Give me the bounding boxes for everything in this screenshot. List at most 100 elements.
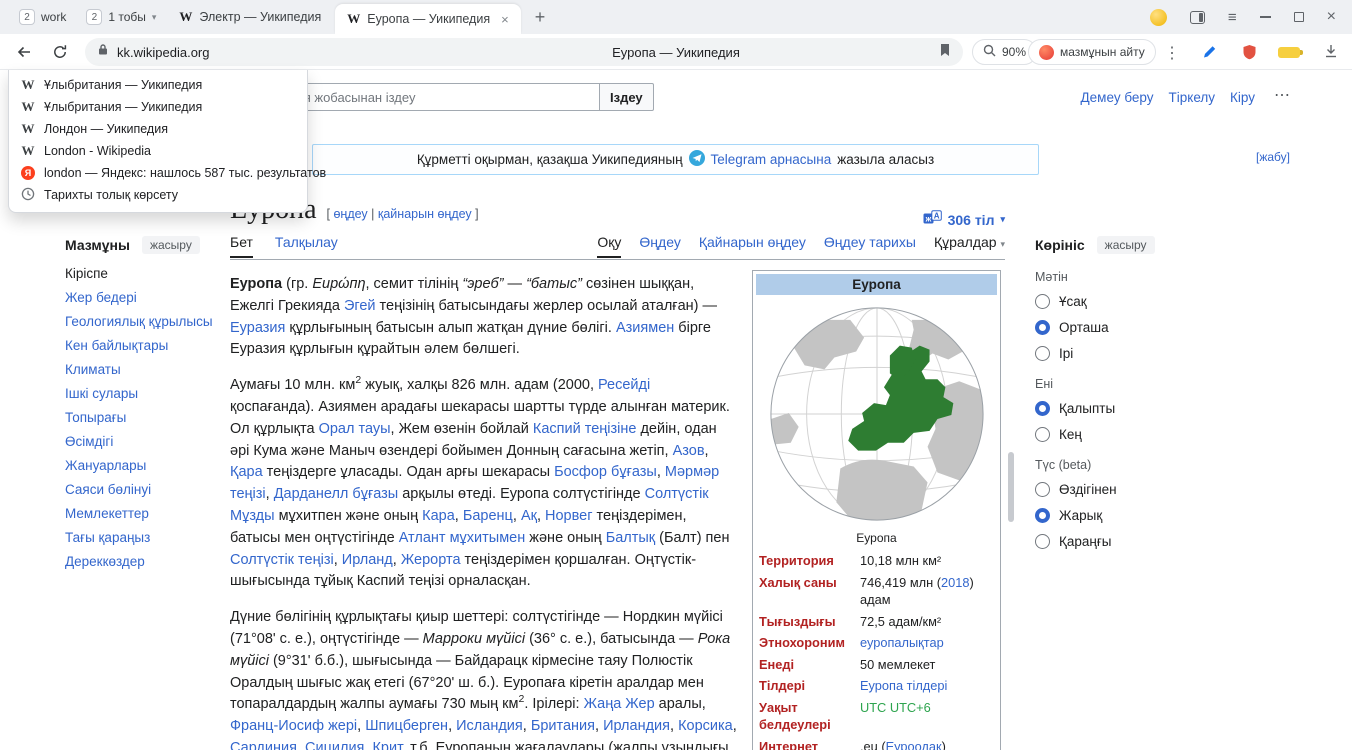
register-link[interactable]: Тіркелу bbox=[1169, 90, 1216, 105]
address-bar[interactable]: kk.wikipedia.org bbox=[85, 38, 963, 66]
toc-hide-button[interactable]: жасыру bbox=[142, 236, 200, 254]
radio-option[interactable]: Қараңғы bbox=[1035, 534, 1175, 549]
wiki-link[interactable]: Азиямен bbox=[616, 320, 674, 336]
wiki-link[interactable]: Дарданелл бұғазы bbox=[274, 486, 399, 502]
wiki-link[interactable]: Крит bbox=[372, 740, 402, 750]
shield-icon[interactable] bbox=[1242, 44, 1257, 65]
radio-icon[interactable] bbox=[1035, 427, 1050, 442]
tab-electr[interactable]: W Электр — Уикипедия bbox=[167, 0, 333, 34]
telegram-link[interactable]: Telegram арнасына bbox=[711, 152, 832, 167]
radio-icon[interactable] bbox=[1035, 534, 1050, 549]
wiki-link[interactable]: Ирланд bbox=[342, 552, 393, 568]
battery-saver-icon[interactable] bbox=[1278, 47, 1300, 58]
wiki-link[interactable]: Орал тауы bbox=[319, 421, 391, 437]
radio-option[interactable]: Қалыпты bbox=[1035, 401, 1175, 416]
suggestion-item[interactable]: W London - Wikipedia bbox=[9, 140, 307, 162]
toc-item[interactable]: Тағы қараңыз bbox=[65, 530, 220, 545]
wiki-link[interactable]: Сицилия bbox=[305, 740, 364, 750]
wiki-link[interactable]: Еуропа тілдері bbox=[860, 678, 947, 693]
tab-europa-active[interactable]: W Еуропа — Уикипедия × bbox=[335, 4, 520, 34]
wiki-link[interactable]: 2018 bbox=[941, 575, 969, 590]
toc-item[interactable]: Кіріспе bbox=[65, 266, 220, 281]
tab-edit-source[interactable]: Қайнарын өңдеу bbox=[699, 234, 806, 258]
rewards-icon[interactable] bbox=[1150, 9, 1167, 26]
wiki-link[interactable]: Сардиния bbox=[230, 740, 297, 750]
wiki-link[interactable]: Солтүстік теңізі bbox=[230, 552, 334, 568]
menu-icon[interactable]: ≡ bbox=[1228, 9, 1237, 26]
tab-talk[interactable]: Талқылау bbox=[275, 234, 338, 258]
pencil-icon[interactable] bbox=[1202, 44, 1217, 64]
new-tab-button[interactable]: + bbox=[523, 7, 558, 28]
back-button[interactable] bbox=[16, 44, 32, 65]
radio-icon[interactable] bbox=[1035, 346, 1050, 361]
radio-option[interactable]: Ұсақ bbox=[1035, 294, 1175, 309]
wiki-link[interactable]: Баренц bbox=[463, 508, 513, 524]
wiki-link[interactable]: Исландия bbox=[456, 718, 523, 734]
tools-menu[interactable]: Құралдар ▾ bbox=[934, 234, 1005, 258]
tab-page[interactable]: Бет bbox=[230, 234, 253, 258]
radio-option[interactable]: Кең bbox=[1035, 427, 1175, 442]
toc-item[interactable]: Дереккөздер bbox=[65, 554, 220, 569]
toc-item[interactable]: Топырағы bbox=[65, 410, 220, 425]
wiki-link[interactable]: Ирландия bbox=[603, 718, 670, 734]
appearance-hide-button[interactable]: жасыру bbox=[1097, 236, 1155, 254]
wiki-link[interactable]: Босфор бұғазы bbox=[554, 464, 657, 480]
wiki-link[interactable]: Ақ bbox=[521, 508, 537, 524]
wiki-link[interactable]: Эгей bbox=[344, 298, 376, 314]
toc-item[interactable]: Өсімдігі bbox=[65, 434, 220, 449]
toc-item[interactable]: Геологиялық құрылысы bbox=[65, 314, 220, 329]
wiki-link[interactable]: Атлант мұхитымен bbox=[399, 530, 526, 546]
wiki-link[interactable]: Жерорта bbox=[401, 552, 461, 568]
toc-item[interactable]: Жер бедері bbox=[65, 290, 220, 305]
wiki-link[interactable]: Франц-Иосиф жері bbox=[230, 718, 357, 734]
radio-option[interactable]: Өздігінен bbox=[1035, 482, 1175, 497]
refresh-button[interactable] bbox=[52, 44, 68, 65]
toc-item[interactable]: Саяси бөлінуі bbox=[65, 482, 220, 497]
sidebar-panel-icon[interactable] bbox=[1190, 11, 1205, 24]
toc-item[interactable]: Ішкі сулары bbox=[65, 386, 220, 401]
download-icon[interactable] bbox=[1324, 44, 1338, 63]
wiki-link[interactable]: Балтық bbox=[606, 530, 655, 546]
wiki-link[interactable]: Кара bbox=[422, 508, 455, 524]
wiki-link[interactable]: Корсика bbox=[678, 718, 733, 734]
radio-option[interactable]: Орташа bbox=[1035, 320, 1175, 335]
radio-icon[interactable] bbox=[1035, 294, 1050, 309]
suggestion-item[interactable]: W Ұлыбритания — Уикипедия bbox=[9, 74, 307, 96]
tab-edit[interactable]: Өңдеу bbox=[639, 234, 680, 258]
wiki-link[interactable]: Британия bbox=[531, 718, 595, 734]
suggestion-item-history[interactable]: Тарихты толық көрсету bbox=[9, 184, 307, 206]
tab-read[interactable]: Оқу bbox=[597, 234, 621, 258]
suggestion-item[interactable]: W Ұлыбритания — Уикипедия bbox=[9, 96, 307, 118]
wiki-link[interactable]: Каспий теңізіне bbox=[533, 421, 637, 437]
toc-item[interactable]: Мемлекеттер bbox=[65, 506, 220, 521]
radio-icon[interactable] bbox=[1035, 482, 1050, 497]
more-options-icon[interactable]: ⋮ bbox=[1164, 43, 1180, 63]
radio-selected-icon[interactable] bbox=[1035, 401, 1050, 416]
wiki-link[interactable]: Жаңа Жер bbox=[584, 696, 655, 712]
read-aloud-button[interactable]: мазмұнын айту bbox=[1028, 39, 1156, 65]
banner-close-link[interactable]: [жабу] bbox=[1256, 150, 1290, 164]
radio-selected-icon[interactable] bbox=[1035, 508, 1050, 523]
window-minimize-button[interactable] bbox=[1260, 16, 1271, 18]
search-button[interactable]: Іздеу bbox=[600, 83, 654, 111]
tab-group-1[interactable]: 2 1 тобы ▾ bbox=[77, 4, 165, 30]
wiki-link[interactable]: өңдеу bbox=[333, 207, 367, 221]
radio-selected-icon[interactable] bbox=[1035, 320, 1050, 335]
tab-group-work[interactable]: 2 work bbox=[10, 4, 75, 30]
suggestion-item[interactable]: Я london — Яндекс: нашлось 587 тыс. резу… bbox=[9, 162, 307, 184]
wiki-link[interactable]: еуропалықтар bbox=[860, 635, 944, 650]
wiki-link[interactable]: Азов bbox=[673, 443, 705, 459]
wiki-link[interactable]: қайнарын өңдеу bbox=[378, 207, 472, 221]
donate-link[interactable]: Демеу беру bbox=[1081, 90, 1154, 105]
user-menu-icon[interactable]: ⋯ bbox=[1274, 85, 1290, 105]
language-selector[interactable]: жA 306 тіл ▾ bbox=[895, 210, 1005, 229]
window-maximize-button[interactable] bbox=[1294, 12, 1304, 22]
radio-option[interactable]: Жарық bbox=[1035, 508, 1175, 523]
scrollbar-thumb[interactable] bbox=[1008, 452, 1014, 522]
toc-item[interactable]: Кен байлықтары bbox=[65, 338, 220, 353]
wiki-link[interactable]: Еуроодақ bbox=[886, 739, 942, 750]
toc-item[interactable]: Жануарлары bbox=[65, 458, 220, 473]
europe-globe-image[interactable] bbox=[763, 300, 991, 528]
wiki-link[interactable]: Шпицберген bbox=[365, 718, 448, 734]
wiki-link[interactable]: Ресейді bbox=[598, 377, 650, 393]
